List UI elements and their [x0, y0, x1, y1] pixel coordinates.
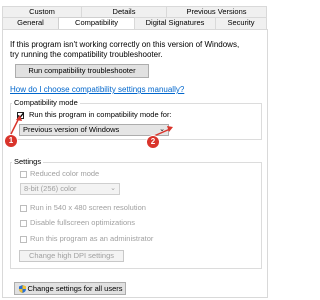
compat-mode-group-label: Compatibility mode [12, 98, 80, 107]
fullscreen-opt-checkbox[interactable] [20, 220, 27, 227]
tab-previous-versions[interactable]: Previous Versions [166, 6, 267, 17]
manual-settings-link[interactable]: How do I choose compatibility settings m… [10, 85, 184, 94]
tab-details[interactable]: Details [81, 6, 167, 17]
color-mode-select[interactable]: 8-bit (256) color ⌄ [20, 183, 120, 195]
check-icon [17, 112, 24, 119]
resolution-label: Run in 540 x 480 screen resolution [30, 203, 146, 212]
compat-os-select[interactable]: Previous version of Windows ⌄ [19, 124, 169, 136]
reduced-color-checkbox[interactable] [20, 171, 27, 178]
reduced-color-label: Reduced color mode [30, 169, 100, 178]
all-users-button-label: Change settings for all users [27, 284, 123, 293]
all-users-button[interactable]: Change settings for all users [14, 282, 126, 295]
tab-digital-signatures[interactable]: Digital Signatures [134, 17, 216, 29]
high-dpi-button[interactable]: Change high DPI settings [19, 250, 124, 262]
run-as-admin-checkbox[interactable] [20, 236, 27, 243]
tab-custom[interactable]: Custom [2, 6, 82, 17]
color-mode-select-value: 8-bit (256) color [24, 184, 77, 193]
annotation-marker-1: 1 [5, 135, 17, 147]
annotation-marker-2: 2 [147, 136, 159, 148]
tab-security[interactable]: Security [215, 17, 267, 29]
compat-mode-checkbox-label: Run this program in compatibility mode f… [29, 110, 172, 119]
run-troubleshooter-button[interactable]: Run compatibility troubleshooter [15, 64, 149, 78]
intro-text-line-2: try running the compatibility troublesho… [10, 50, 163, 59]
run-as-admin-label: Run this program as an administrator [30, 234, 154, 243]
tab-row-front: General Compatibility Digital Signatures… [2, 17, 267, 30]
settings-group-label: Settings [12, 157, 44, 166]
compat-mode-checkbox[interactable] [17, 112, 24, 119]
fullscreen-opt-label: Disable fullscreen optimizations [30, 218, 136, 227]
tab-row-back: Custom Details Previous Versions [2, 6, 267, 17]
chevron-down-icon: ⌄ [110, 185, 116, 192]
chevron-down-icon: ⌄ [159, 126, 165, 133]
compat-os-select-value: Previous version of Windows [23, 125, 120, 134]
intro-text-line-1: If this program isn't working correctly … [10, 40, 240, 49]
tab-general[interactable]: General [2, 17, 59, 29]
resolution-checkbox[interactable] [20, 205, 27, 212]
shield-icon [19, 285, 26, 293]
